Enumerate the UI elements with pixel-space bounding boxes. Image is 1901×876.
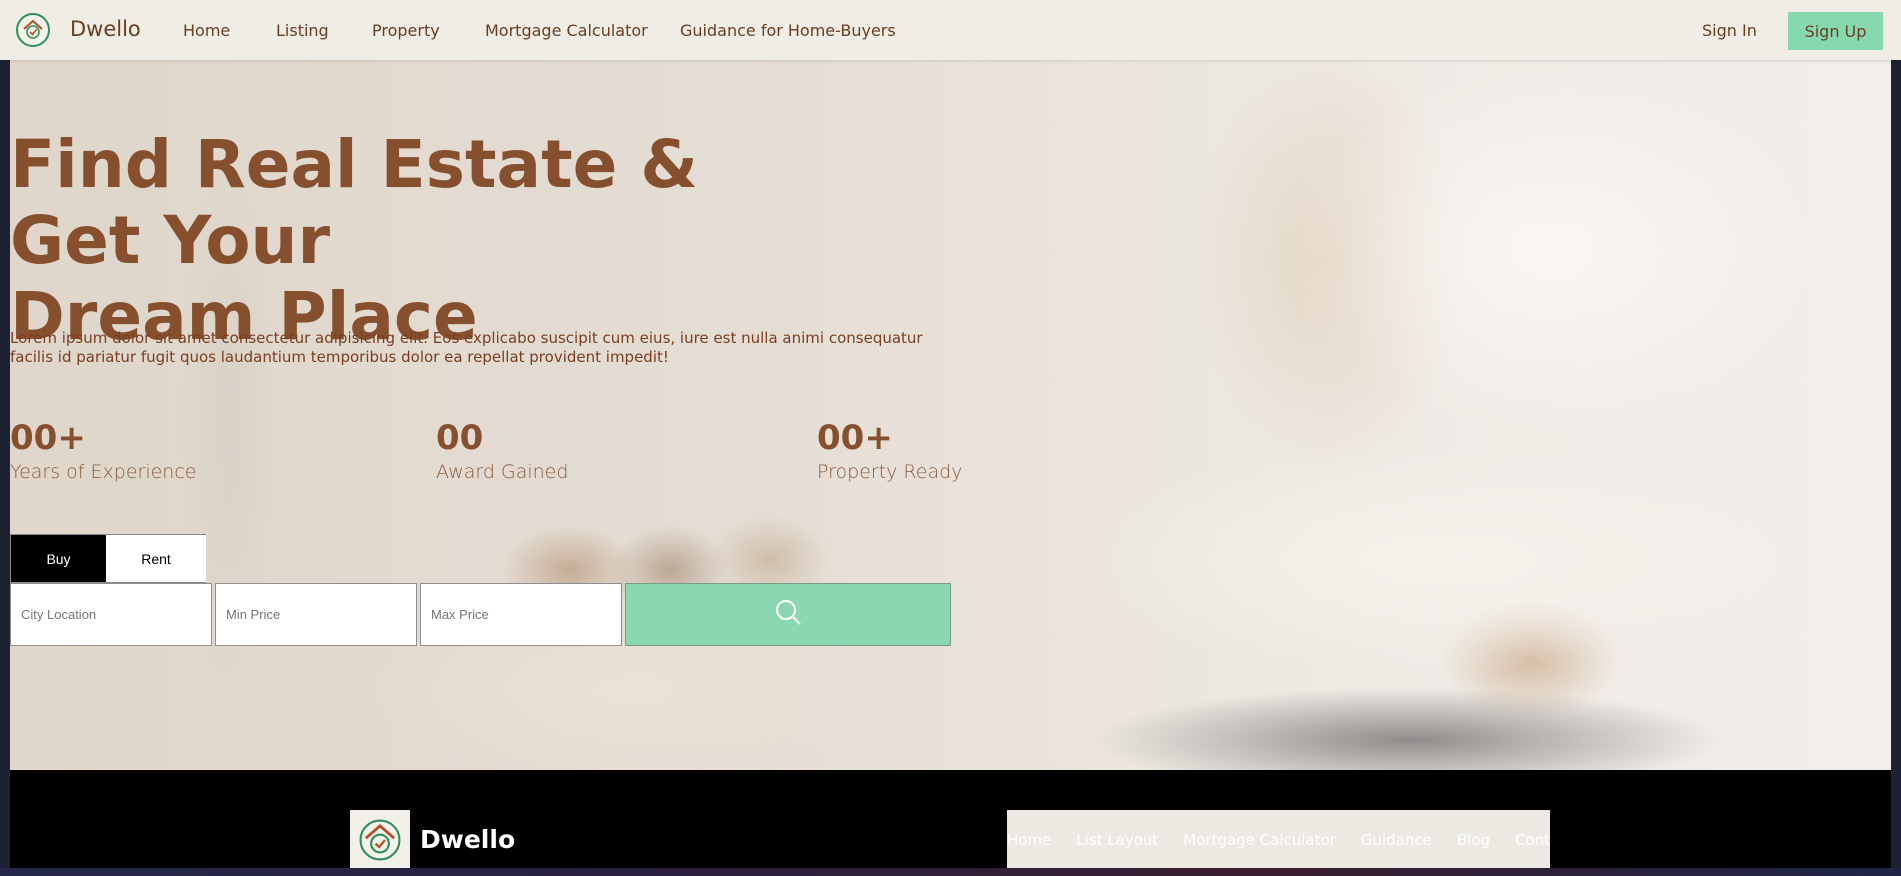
tab-buy[interactable]: Buy bbox=[11, 535, 106, 582]
sign-in-link[interactable]: Sign In bbox=[1702, 21, 1757, 40]
stat-value: 00+ bbox=[10, 418, 86, 458]
footer-link-list-layout[interactable]: List Layout bbox=[1076, 831, 1158, 849]
search-button[interactable] bbox=[625, 583, 951, 646]
stat-label: Property Ready bbox=[817, 461, 963, 483]
max-price-input[interactable]: Max Price bbox=[420, 583, 622, 646]
stat-label: Years of Experience bbox=[10, 461, 197, 483]
tab-rent[interactable]: Rent bbox=[106, 535, 206, 582]
footer bbox=[10, 770, 1891, 870]
hero-section bbox=[10, 0, 1891, 770]
stat-value: 00 bbox=[436, 418, 484, 458]
nav-link-property[interactable]: Property bbox=[372, 21, 440, 40]
stat-years: 00+ Years of Experience bbox=[10, 417, 196, 485]
stat-label: Award Gained bbox=[436, 461, 569, 483]
search-icon bbox=[773, 597, 803, 632]
sign-up-button[interactable]: Sign Up bbox=[1788, 12, 1883, 50]
navbar: Dwello Home Listing Property Mortgage Ca… bbox=[0, 0, 1901, 60]
footer-link-blog[interactable]: Blog bbox=[1457, 831, 1490, 849]
footer-link-contact[interactable]: Contact bbox=[1515, 831, 1550, 849]
footer-logo-icon[interactable] bbox=[350, 810, 410, 870]
stat-property: 00+ Property Ready bbox=[817, 417, 962, 485]
stat-value: 00+ bbox=[817, 418, 893, 458]
footer-brand[interactable]: Dwello bbox=[420, 825, 515, 854]
logo-icon[interactable] bbox=[16, 13, 50, 47]
footer-nav: Home List Layout Mortgage Calculator Gui… bbox=[1007, 810, 1550, 870]
min-price-input[interactable]: Min Price bbox=[215, 583, 417, 646]
nav-link-listing[interactable]: Listing bbox=[276, 21, 329, 40]
footer-link-guidance[interactable]: Guidance bbox=[1361, 831, 1432, 849]
hero-description: Lorem ipsum dolor sit amet consectetur a… bbox=[10, 329, 923, 366]
search-tabs: Buy Rent bbox=[10, 534, 206, 583]
nav-link-mortgage-calculator[interactable]: Mortgage Calculator bbox=[485, 21, 648, 40]
nav-link-home[interactable]: Home bbox=[183, 21, 230, 40]
hero-title: Find Real Estate & Get Your Dream Place bbox=[10, 127, 830, 355]
hero-overlay bbox=[10, 0, 1891, 770]
footer-link-home[interactable]: Home bbox=[1007, 831, 1051, 849]
stat-awards: 00 Award Gained bbox=[436, 417, 568, 485]
hero-title-line1: Find Real Estate & Get Your bbox=[10, 126, 698, 279]
nav-link-guidance[interactable]: Guidance for Home-Buyers bbox=[680, 21, 896, 40]
footer-link-mortgage-calculator[interactable]: Mortgage Calculator bbox=[1183, 831, 1336, 849]
footer-bottom-strip bbox=[0, 868, 1901, 876]
brand-name[interactable]: Dwello bbox=[70, 17, 141, 41]
city-location-input[interactable]: City Location bbox=[10, 583, 212, 646]
